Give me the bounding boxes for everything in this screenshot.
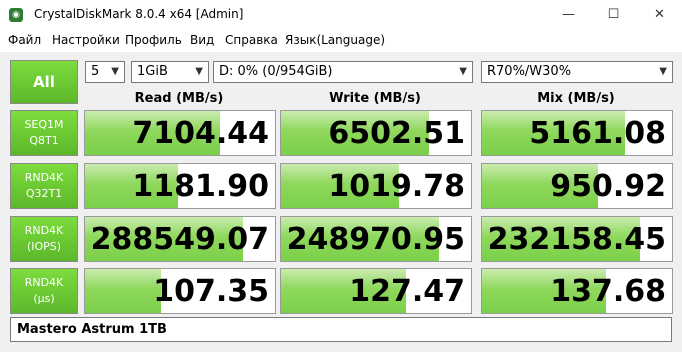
test-label-line1: RND4K — [24, 224, 64, 237]
test-button-rnd4k-iops[interactable]: RND4K (IOPS) — [10, 216, 78, 262]
menu-language[interactable]: Язык(Language) — [285, 33, 385, 47]
chevron-down-icon: ▼ — [459, 66, 467, 77]
test-label-line2: (IOPS) — [26, 240, 62, 253]
read-value: 107.35 — [153, 274, 269, 309]
read-result-cell: 7104.44 — [84, 110, 276, 156]
test-label-line1: RND4K — [24, 276, 64, 289]
mix-result-cell: 5161.08 — [481, 110, 673, 156]
size-select[interactable]: 1GiB ▼ — [131, 61, 209, 83]
test-label-line2: Q8T1 — [29, 134, 59, 147]
test-button-rnd4k-q32t1[interactable]: RND4K Q32T1 — [10, 163, 78, 209]
maximize-button[interactable]: ☐ — [591, 0, 636, 30]
window-title: CrystalDiskMark 8.0.4 x64 [Admin] — [34, 7, 244, 21]
read-level-bar — [85, 269, 161, 313]
menu-bar: Файл Настройки Профиль Вид Справка Язык(… — [0, 30, 682, 52]
title-bar: ◉ CrystalDiskMark 8.0.4 x64 [Admin] — ☐ … — [0, 0, 682, 30]
menu-file[interactable]: Файл — [8, 33, 41, 47]
menu-settings[interactable]: Настройки — [52, 33, 120, 47]
read-value: 1181.90 — [132, 169, 269, 204]
mix-result-cell: 232158.45 — [481, 216, 673, 262]
write-value: 248970.95 — [286, 222, 465, 257]
mix-ratio-select[interactable]: R70%/W30% ▼ — [481, 61, 673, 83]
write-column-header: Write (MB/s) — [329, 91, 421, 106]
mix-result-cell: 137.68 — [481, 268, 673, 314]
read-result-cell: 1181.90 — [84, 163, 276, 209]
mix-result-cell: 950.92 — [481, 163, 673, 209]
drive-select[interactable]: D: 0% (0/954GiB) ▼ — [213, 61, 473, 83]
mix-value: 5161.08 — [529, 116, 666, 151]
test-button-seq1m-q8t1[interactable]: SEQ1M Q8T1 — [10, 110, 78, 156]
mix-value: 137.68 — [550, 274, 666, 309]
mix-ratio-value: R70%/W30% — [487, 64, 572, 79]
write-value: 1019.78 — [328, 169, 465, 204]
read-value: 288549.07 — [90, 222, 269, 257]
app-icon: ◉ — [9, 8, 23, 22]
mix-value: 950.92 — [550, 169, 666, 204]
write-result-cell: 1019.78 — [280, 163, 472, 209]
drive-value: D: 0% (0/954GiB) — [219, 64, 333, 79]
read-result-cell: 288549.07 — [84, 216, 276, 262]
write-result-cell: 6502.51 — [280, 110, 472, 156]
read-column-header: Read (MB/s) — [134, 91, 224, 106]
test-label-line2: Q32T1 — [25, 187, 63, 200]
minimize-button[interactable]: — — [546, 0, 591, 30]
close-button[interactable]: ✕ — [637, 0, 682, 30]
menu-view[interactable]: Вид — [190, 33, 214, 47]
read-result-cell: 107.35 — [84, 268, 276, 314]
menu-profile[interactable]: Профиль — [125, 33, 182, 47]
read-value: 7104.44 — [132, 116, 269, 151]
mix-column-header: Mix (MB/s) — [537, 91, 615, 106]
write-value: 6502.51 — [328, 116, 465, 151]
menu-help[interactable]: Справка — [225, 33, 278, 47]
chevron-down-icon: ▼ — [659, 66, 667, 77]
test-label-line1: SEQ1M — [24, 118, 64, 131]
chevron-down-icon: ▼ — [195, 66, 203, 77]
write-result-cell: 127.47 — [280, 268, 472, 314]
count-select[interactable]: 5 ▼ — [85, 61, 125, 83]
all-button[interactable]: All — [10, 60, 78, 104]
count-value: 5 — [91, 64, 100, 79]
mix-value: 232158.45 — [487, 222, 666, 257]
comment-field[interactable]: Mastero Astrum 1TB — [10, 317, 672, 342]
test-label-line2: (μs) — [33, 292, 55, 305]
test-label-line1: RND4K — [24, 171, 64, 184]
chevron-down-icon: ▼ — [111, 66, 119, 77]
write-value: 127.47 — [349, 274, 465, 309]
write-result-cell: 248970.95 — [280, 216, 472, 262]
test-button-rnd4k-latency[interactable]: RND4K (μs) — [10, 268, 78, 314]
size-value: 1GiB — [137, 64, 168, 79]
